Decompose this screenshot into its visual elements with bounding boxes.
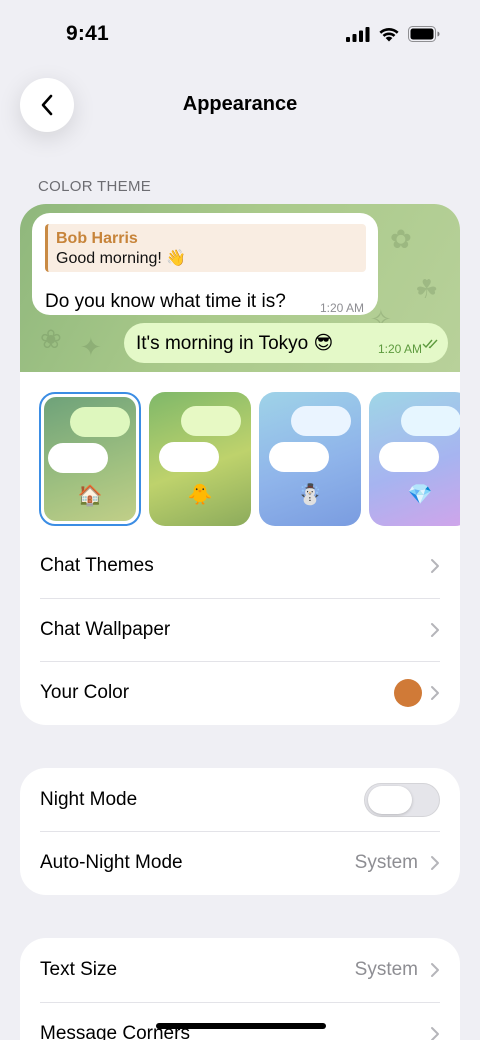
chevron-right-icon: [431, 1027, 439, 1040]
gem-icon: 💎: [407, 484, 433, 506]
chat-wallpaper-row[interactable]: Chat Wallpaper: [20, 598, 460, 662]
status-icons: [346, 26, 440, 42]
night-mode-toggle[interactable]: [364, 783, 440, 817]
outgoing-message-bubble: It's morning in Tokyo 😎 1:20 AM: [124, 323, 448, 363]
wallpaper-thumbnail-2[interactable]: 🐥: [149, 392, 251, 526]
chat-wallpaper-label: Chat Wallpaper: [40, 619, 171, 640]
battery-icon: [408, 26, 440, 42]
wifi-icon: [379, 27, 399, 42]
wallpaper-doodle: ✿: [390, 224, 412, 254]
toggle-knob: [368, 786, 412, 814]
double-check-icon: [422, 339, 438, 349]
wallpaper-thumbnail-3[interactable]: ☃️: [259, 392, 361, 526]
auto-night-mode-label: Auto-Night Mode: [40, 852, 183, 873]
status-bar: 9:41: [0, 0, 480, 70]
wallpaper-thumbnail-1[interactable]: 🏠: [39, 392, 141, 526]
wallpaper-thumbnails: 🏠 🐥 ☃️ 💎: [20, 392, 460, 526]
chick-icon: 🐥: [187, 484, 213, 506]
wallpaper-doodle: ☘: [415, 274, 439, 304]
color-theme-card: ✿ ☘ ❀ ✦ ✧ Bob Harris Good morning! 👋 Do …: [20, 204, 460, 725]
chat-preview: ✿ ☘ ❀ ✦ ✧ Bob Harris Good morning! 👋 Do …: [20, 204, 460, 372]
home-indicator: [156, 1023, 326, 1029]
chevron-right-icon: [431, 623, 439, 637]
house-icon: 🏠: [77, 485, 103, 507]
chevron-right-icon: [431, 963, 439, 977]
chat-themes-row[interactable]: Chat Themes: [20, 534, 460, 598]
text-size-value: System: [354, 959, 418, 980]
auto-night-mode-row[interactable]: Auto-Night Mode System: [20, 831, 460, 895]
signal-icon: [346, 26, 370, 42]
status-time: 9:41: [66, 22, 109, 45]
message-corners-row[interactable]: Message Corners: [20, 1002, 460, 1040]
reply-sender-name: Bob Harris: [56, 230, 138, 247]
reply-text: Good morning! 👋: [56, 250, 187, 267]
outgoing-message-time: 1:20 AM: [377, 342, 422, 356]
outgoing-message-text: It's morning in Tokyo 😎: [136, 333, 334, 354]
incoming-message-time: 1:20 AM: [319, 301, 364, 315]
chevron-right-icon: [431, 559, 439, 573]
your-color-label: Your Color: [40, 682, 130, 703]
incoming-message-text: Do you know what time it is?: [45, 291, 286, 312]
snowman-icon: ☃️: [297, 484, 323, 506]
night-mode-label: Night Mode: [40, 789, 138, 810]
chat-themes-label: Chat Themes: [40, 555, 154, 576]
wallpaper-doodle: ✦: [80, 332, 102, 362]
night-mode-row[interactable]: Night Mode: [20, 768, 460, 832]
text-size-row[interactable]: Text Size System: [20, 938, 460, 1002]
accent-color-swatch: [394, 679, 422, 707]
your-color-row[interactable]: Your Color: [20, 661, 460, 725]
page-title: Appearance: [182, 93, 298, 115]
wallpaper-doodle: ❀: [40, 324, 62, 354]
night-mode-card: Night Mode Auto-Night Mode System: [20, 768, 460, 895]
chevron-right-icon: [431, 856, 439, 870]
section-label-color-theme: COLOR THEME: [38, 178, 152, 195]
text-size-label: Text Size: [40, 959, 118, 980]
reply-quote: Bob Harris Good morning! 👋: [45, 224, 366, 272]
auto-night-mode-value: System: [354, 852, 418, 873]
incoming-message-bubble: Bob Harris Good morning! 👋 Do you know w…: [32, 213, 378, 315]
wallpaper-thumbnail-4[interactable]: 💎: [369, 392, 460, 526]
chevron-right-icon: [431, 686, 439, 700]
